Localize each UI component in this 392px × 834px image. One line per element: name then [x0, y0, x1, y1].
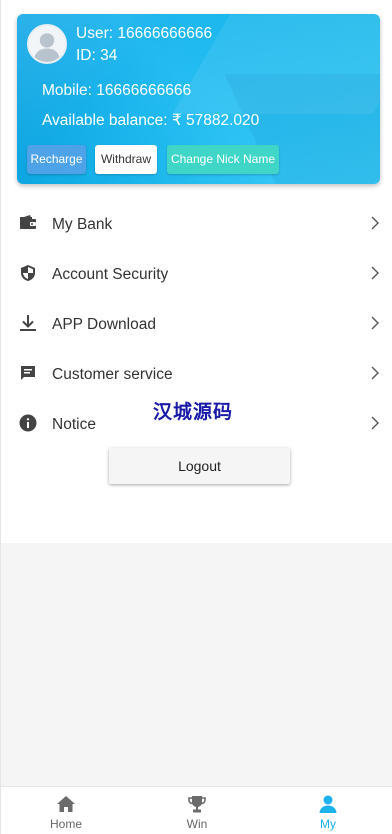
home-icon: [56, 794, 76, 814]
chevron-right-icon: [370, 365, 380, 381]
wallet-icon: [18, 213, 38, 233]
chevron-right-icon: [370, 265, 380, 281]
download-icon: [18, 313, 38, 333]
watermark-text: 汉城源码: [153, 401, 234, 423]
chevron-right-icon: [370, 215, 380, 231]
avatar[interactable]: [27, 24, 67, 64]
menu-item-label: Customer service: [52, 366, 173, 383]
recharge-button[interactable]: Recharge: [27, 145, 86, 174]
logout-button[interactable]: Logout: [109, 448, 290, 484]
menu-item-label: My Bank: [52, 216, 113, 233]
menu-item-account-security[interactable]: Account Security: [1, 250, 392, 300]
change-nick-name-button[interactable]: Change Nick Name: [167, 145, 279, 174]
tab-home[interactable]: Home: [1, 787, 131, 834]
balance-label: Available balance: ₹ 57882.020: [42, 112, 260, 129]
menu-item-label: Notice: [52, 416, 96, 433]
trophy-icon: [187, 794, 207, 814]
mobile-label: Mobile: 16666666666: [42, 82, 192, 99]
menu-item-customer-service[interactable]: Customer service: [1, 350, 392, 400]
tab-win[interactable]: Win: [132, 787, 262, 834]
menu-item-label: Account Security: [52, 266, 169, 283]
tab-my[interactable]: My: [263, 787, 392, 834]
user-label: User: 16666666666: [76, 25, 213, 42]
menu-item-my-bank[interactable]: My Bank: [1, 200, 392, 250]
my-page: User: 16666666666 ID: 34 Mobile: 1666666…: [0, 0, 392, 834]
tab-label: Win: [186, 817, 208, 831]
chevron-right-icon: [370, 415, 380, 431]
chevron-right-icon: [370, 315, 380, 331]
tab-label: My: [320, 817, 336, 831]
withdraw-button[interactable]: Withdraw: [95, 145, 157, 174]
profile-card: User: 16666666666 ID: 34 Mobile: 1666666…: [17, 14, 380, 184]
info-icon: [18, 413, 38, 433]
bottom-tab-bar: Home Win My: [1, 786, 392, 834]
person-icon: [318, 794, 338, 814]
empty-content-area: [1, 543, 392, 786]
menu-item-label: APP Download: [52, 316, 156, 333]
tab-label: Home: [49, 817, 82, 831]
user-silhouette-icon: [29, 26, 65, 62]
chat-icon: [18, 363, 38, 383]
menu-item-app-download[interactable]: APP Download: [1, 300, 392, 350]
user-id-label: ID: 34: [76, 47, 118, 64]
shield-icon: [18, 263, 38, 283]
